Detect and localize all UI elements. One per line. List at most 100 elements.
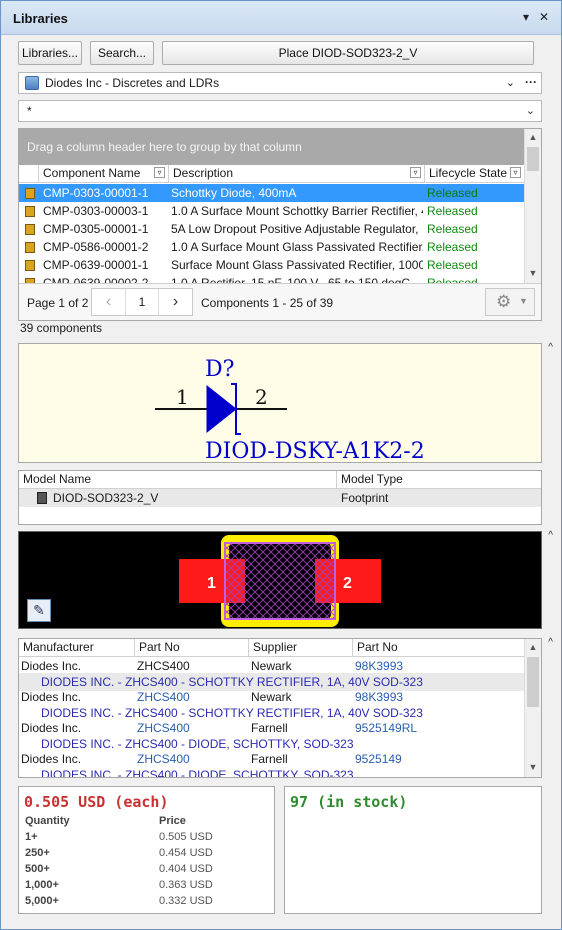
collapse-symbol-icon[interactable]: ^	[548, 342, 553, 353]
library-select[interactable]: Diodes Inc - Discretes and LDRs ⌄ ···	[18, 72, 542, 94]
library-icon	[25, 76, 39, 90]
table-row[interactable]: CMP-0639-00002-2 1.0 A Rectifier, 15 nF,…	[19, 274, 524, 283]
place-button[interactable]: Place DIOD-SOD323-2_V	[162, 41, 534, 65]
supplier-description: DIODES INC. - ZHCS400 - DIODE, SCHOTTKY,…	[41, 768, 354, 777]
footprint-preview: 1 2 ✎	[18, 531, 542, 629]
more-options-icon[interactable]: ···	[525, 72, 537, 92]
grid-header: Component Name ▿ Description ▿ Lifecycle S…	[19, 165, 524, 183]
component-icon	[25, 206, 35, 217]
stock-headline: 97 (in stock)	[290, 793, 408, 811]
price-break-price: 0.505 USD	[159, 831, 213, 843]
pin2-label: 2	[255, 385, 268, 409]
gear-icon: ⚙	[496, 292, 512, 311]
price-break-qty: 1+	[25, 831, 38, 843]
component-icon	[25, 260, 35, 271]
chevron-down-icon: ▼	[519, 296, 528, 306]
next-page-icon[interactable]: ›	[158, 289, 192, 315]
component-icon	[25, 188, 35, 199]
scroll-thumb[interactable]	[527, 147, 539, 171]
diode-triangle	[206, 384, 237, 434]
pin1-label: 1	[176, 385, 189, 409]
group-by-hint: Drag a column header here to group by th…	[19, 129, 524, 165]
column-header-part-no[interactable]: Part No	[135, 639, 249, 657]
column-header-model-name[interactable]: Model Name	[19, 471, 337, 489]
component-grid: Drag a column header here to group by th…	[18, 128, 542, 321]
filter-value: *	[27, 104, 32, 118]
close-icon[interactable]: ✕	[539, 10, 549, 24]
diode-symbol: D? 1 2 DIOD-DSKY-A1K2-2	[155, 357, 425, 462]
footprint-icon	[37, 492, 47, 504]
column-header-description[interactable]: Description ▿	[169, 165, 425, 183]
price-header: Price	[159, 815, 186, 827]
column-header-component-name[interactable]: Component Name ▿	[39, 165, 169, 183]
panel-titlebar: Libraries ▾ ✕	[1, 1, 561, 35]
pad2-label: 2	[343, 575, 352, 592]
collapse-supplier-icon[interactable]: ^	[548, 637, 553, 648]
price-break-qty: 500+	[25, 863, 50, 875]
grid-body: CMP-0303-00001-1 Schottky Diode, 400mA R…	[19, 184, 524, 283]
pager-controls: ‹ 1 ›	[91, 288, 193, 316]
pin-menu-icon[interactable]: ▾	[523, 10, 529, 24]
scroll-thumb[interactable]	[527, 657, 539, 707]
supplier-body: Diodes Inc. ZHCS400 Newark 98K3993 DIODE…	[19, 657, 524, 777]
tools-icon[interactable]: ✎	[27, 599, 51, 622]
page-number[interactable]: 1	[126, 289, 158, 315]
price-headline: 0.505 USD (each)	[24, 793, 169, 811]
pad1-label: 1	[207, 575, 216, 592]
previous-page-icon[interactable]: ‹	[92, 289, 126, 315]
table-row[interactable]: CMP-0586-00001-2 1.0 A Surface Mount Gla…	[19, 238, 524, 256]
column-header-supplier[interactable]: Supplier	[249, 639, 353, 657]
footprint-drawing: 1 2	[179, 535, 381, 627]
models-header: Model Name Model Type	[19, 471, 541, 489]
grid-scrollbar[interactable]: ▲ ▼	[524, 129, 541, 283]
table-row[interactable]: CMP-0639-00001-1 Surface Mount Glass Pas…	[19, 256, 524, 274]
library-select-value: Diodes Inc - Discretes and LDRs	[45, 76, 220, 90]
filter-icon[interactable]: ▿	[154, 167, 165, 178]
chevron-down-icon[interactable]: ⌄	[506, 73, 515, 93]
component-count: 39 components	[20, 321, 103, 335]
settings-button[interactable]: ⚙ ▼	[485, 288, 535, 316]
stock-panel: 97 (in stock)	[284, 786, 542, 914]
column-header-supplier-part-no[interactable]: Part No	[353, 639, 524, 657]
filter-input[interactable]: * ⌄	[18, 100, 542, 122]
libraries-panel: Libraries ▾ ✕ Libraries... Search... Pla…	[0, 0, 562, 930]
symbol-comment: DIOD-DSKY-A1K2-2	[205, 439, 425, 462]
supplier-list: Manufacturer Part No Supplier Part No Di…	[18, 638, 542, 778]
price-break-qty: 1,000+	[25, 879, 59, 891]
scroll-down-icon[interactable]: ▼	[525, 265, 541, 281]
page-label: Page 1 of 2	[27, 296, 89, 310]
price-break-qty: 250+	[25, 847, 50, 859]
table-row[interactable]: CMP-0303-00001-1 Schottky Diode, 400mA R…	[19, 184, 524, 202]
column-header-lifecycle[interactable]: Lifecycle State ▿	[425, 165, 524, 183]
panel-title: Libraries	[13, 11, 68, 26]
component-icon	[25, 242, 35, 253]
scroll-up-icon[interactable]: ▲	[525, 129, 541, 145]
libraries-button[interactable]: Libraries...	[18, 41, 82, 65]
filter-icon[interactable]: ▿	[410, 167, 421, 178]
quantity-header: Quantity	[25, 815, 70, 827]
component-icon	[25, 224, 35, 235]
models-list: Model Name Model Type DIOD-SOD323-2_V Fo…	[18, 470, 542, 525]
supplier-header: Manufacturer Part No Supplier Part No	[19, 639, 524, 657]
price-break-price: 0.363 USD	[159, 879, 213, 891]
column-header-manufacturer[interactable]: Manufacturer	[19, 639, 135, 657]
symbol-preview: D? 1 2 DIOD-DSKY-A1K2-2	[18, 343, 542, 463]
table-row[interactable]: CMP-0305-00001-1 5A Low Dropout Positive…	[19, 220, 524, 238]
pager: Page 1 of 2 ‹ 1 › Components 1 - 25 of 3…	[19, 283, 541, 320]
column-header-model-type[interactable]: Model Type	[337, 471, 541, 489]
pricing-panel: 0.505 USD (each) Quantity Price 1+ 0.505…	[18, 786, 275, 914]
price-break-price: 0.454 USD	[159, 847, 213, 859]
scroll-down-icon[interactable]: ▼	[525, 759, 541, 775]
collapse-footprint-icon[interactable]: ^	[548, 530, 553, 541]
table-row[interactable]: CMP-0303-00003-1 1.0 A Surface Mount Sch…	[19, 202, 524, 220]
model-row[interactable]: DIOD-SOD323-2_V Footprint	[19, 489, 541, 507]
body-hatch	[225, 543, 335, 619]
price-break-price: 0.332 USD	[159, 895, 213, 907]
search-button[interactable]: Search...	[90, 41, 154, 65]
price-break-price: 0.404 USD	[159, 863, 213, 875]
chevron-down-icon[interactable]: ⌄	[526, 101, 535, 121]
scroll-up-icon[interactable]: ▲	[525, 639, 541, 655]
filter-icon[interactable]: ▿	[510, 167, 521, 178]
supplier-scrollbar[interactable]: ▲ ▼	[524, 639, 541, 777]
header-spacer	[19, 165, 39, 183]
